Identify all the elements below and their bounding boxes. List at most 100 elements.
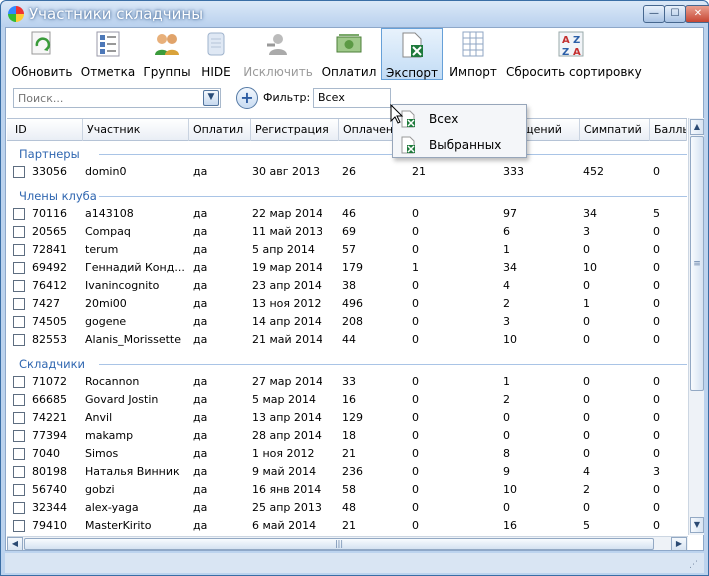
export-button[interactable]: Экспорт <box>381 28 443 80</box>
value-cell: 0 <box>412 429 419 442</box>
column-header[interactable]: Регистрация <box>251 119 339 141</box>
groups-button[interactable]: Группы <box>142 28 192 80</box>
column-header[interactable]: Участник <box>83 119 189 141</box>
points-cell: 0 <box>653 429 660 442</box>
table-row[interactable]: 7040 Simos да 1 ноя 2012 21 0 8 0 0 <box>7 445 687 463</box>
messages-cell: 0 <box>503 501 510 514</box>
row-checkbox[interactable] <box>13 280 25 292</box>
import-button[interactable]: Импорт <box>447 28 499 80</box>
paid-money-icon <box>336 34 362 53</box>
minimize-button[interactable]: — <box>643 5 665 23</box>
row-checkbox[interactable] <box>13 412 25 424</box>
group-name: Складчики <box>19 357 86 371</box>
exclude-button[interactable]: Исключить <box>242 28 314 80</box>
row-checkbox[interactable] <box>13 334 25 346</box>
export-selected-menu-item[interactable]: Выбранных <box>395 133 524 157</box>
mark-button[interactable]: Отметка <box>79 28 137 80</box>
row-checkbox[interactable] <box>13 376 25 388</box>
row-checkbox[interactable] <box>13 262 25 274</box>
row-checkbox[interactable] <box>13 208 25 220</box>
row-checkbox[interactable] <box>13 316 25 328</box>
table-row[interactable]: 20565 Compaq да 11 май 2013 69 0 6 3 0 <box>7 223 687 241</box>
scroll-up-button[interactable]: ▲ <box>690 119 704 135</box>
row-checkbox[interactable] <box>13 502 25 514</box>
value-cell: 0 <box>412 375 419 388</box>
table-row[interactable]: 74505 gogene да 14 апр 2014 208 0 3 0 0 <box>7 313 687 331</box>
column-header[interactable]: Баллы <box>650 119 687 141</box>
table-row[interactable]: 69492 Геннадий Конд... да 19 мар 2014 179 1 34… <box>7 259 687 277</box>
row-checkbox[interactable] <box>13 520 25 532</box>
table-row[interactable]: 74221 Anvil да 13 апр 2014 129 0 0 0 0 <box>7 409 687 427</box>
row-checkbox[interactable] <box>13 394 25 406</box>
points-cell: 0 <box>653 297 660 310</box>
scroll-right-button[interactable]: ▶ <box>671 537 687 551</box>
likes-cell: 1 <box>583 297 590 310</box>
paid-amount-cell: 38 <box>342 279 356 292</box>
vertical-scrollbar[interactable]: ▲ ≡ ▼ <box>688 118 704 535</box>
table-row[interactable]: 72841 terum да 5 апр 2014 57 0 1 0 0 <box>7 241 687 259</box>
table-row[interactable]: 70116 a143108 да 22 мар 2014 46 0 97 34 5 <box>7 205 687 223</box>
group-header[interactable]: Партнеры <box>7 145 687 163</box>
column-header[interactable]: ID <box>11 119 83 141</box>
group-header[interactable]: Складчики <box>7 355 687 373</box>
points-cell: 0 <box>653 243 660 256</box>
filter-select[interactable]: Всех <box>313 88 391 108</box>
likes-cell: 0 <box>583 243 590 256</box>
horizontal-scroll-thumb[interactable]: ||| <box>24 538 654 550</box>
table-row[interactable]: 76412 Ivanincognito да 23 апр 2014 38 0 4 0 0 <box>7 277 687 295</box>
row-checkbox[interactable] <box>13 448 25 460</box>
exclude-label: Исключить <box>243 65 313 79</box>
hide-button[interactable]: HIDE <box>196 28 236 80</box>
likes-cell: 4 <box>583 465 590 478</box>
row-checkbox[interactable] <box>13 484 25 496</box>
table-row[interactable]: 80198 Наталья Винник да 9 май 2014 236 0 9 4 3 <box>7 463 687 481</box>
column-header[interactable]: Симпатий <box>580 119 650 141</box>
title-bar[interactable]: Участники складчины — ☐ ✕ <box>1 1 709 27</box>
table-row[interactable]: 56740 gobzi да 16 янв 2014 58 0 10 2 0 <box>7 481 687 499</box>
likes-cell: 452 <box>583 165 604 178</box>
scroll-down-button[interactable]: ▼ <box>690 517 704 533</box>
reset-sort-button[interactable]: AZZA Сбросить сортировку <box>506 28 642 80</box>
registration-cell: 27 мар 2014 <box>252 375 322 388</box>
resize-grip-icon[interactable]: ⋰ <box>689 559 701 571</box>
horizontal-scrollbar[interactable]: ◀ ||| ▶ <box>7 536 688 551</box>
vertical-scroll-thumb[interactable]: ≡ <box>690 136 704 391</box>
refresh-button[interactable]: Обновить <box>10 28 74 80</box>
registration-cell: 13 ноя 2012 <box>252 297 322 310</box>
maximize-button[interactable]: ☐ <box>664 5 686 23</box>
add-filter-button[interactable]: + <box>236 87 258 109</box>
scroll-left-button[interactable]: ◀ <box>7 537 23 551</box>
row-checkbox[interactable] <box>13 166 25 178</box>
row-checkbox[interactable] <box>13 430 25 442</box>
member-cell: gobzi <box>85 483 115 496</box>
column-header[interactable]: Оплатил <box>189 119 251 141</box>
member-cell: domin0 <box>85 165 127 178</box>
search-input[interactable] <box>14 89 200 107</box>
value-cell: 0 <box>412 465 419 478</box>
table-row[interactable]: 66685 Govard Jostin да 5 мар 2014 16 0 2 0 0 <box>7 391 687 409</box>
messages-cell: 2 <box>503 297 510 310</box>
client-area: Обновить Отметка Группы HIDE Исключить О… <box>5 27 704 551</box>
table-row[interactable]: 79410 MasterKirito да 6 май 2014 21 0 16 5 0 <box>7 517 687 535</box>
likes-cell: 10 <box>583 261 597 274</box>
table-row[interactable]: 82553 Alanis_Morissette да 21 май 2014 44 0 10… <box>7 331 687 349</box>
table-row[interactable]: 71072 Rocannon да 27 мар 2014 33 0 1 0 0 <box>7 373 687 391</box>
row-checkbox[interactable] <box>13 244 25 256</box>
paid-amount-cell: 21 <box>342 447 356 460</box>
table-row[interactable]: 7427 20mi00 да 13 ноя 2012 496 0 2 1 0 <box>7 295 687 313</box>
row-checkbox[interactable] <box>13 226 25 238</box>
export-all-menu-item[interactable]: Всех <box>395 107 524 131</box>
value-cell: 0 <box>412 519 419 532</box>
mouse-cursor-icon <box>390 104 404 124</box>
row-checkbox[interactable] <box>13 466 25 478</box>
paid-button[interactable]: Оплатил <box>321 28 377 80</box>
value-cell: 0 <box>412 411 419 424</box>
search-dropdown-button[interactable]: ▼ <box>203 90 219 106</box>
table-row[interactable]: 32344 alex-yaga да 25 апр 2013 48 0 0 0 0 <box>7 499 687 517</box>
close-button[interactable]: ✕ <box>685 5 709 23</box>
table-row[interactable]: 77394 makamp да 28 апр 2014 18 0 0 0 0 <box>7 427 687 445</box>
likes-cell: 0 <box>583 315 590 328</box>
row-checkbox[interactable] <box>13 298 25 310</box>
group-header[interactable]: Члены клуба <box>7 187 687 205</box>
table-row[interactable]: 33056 domin0 да 30 авг 2013 26 21 333 452 0 <box>7 163 687 181</box>
